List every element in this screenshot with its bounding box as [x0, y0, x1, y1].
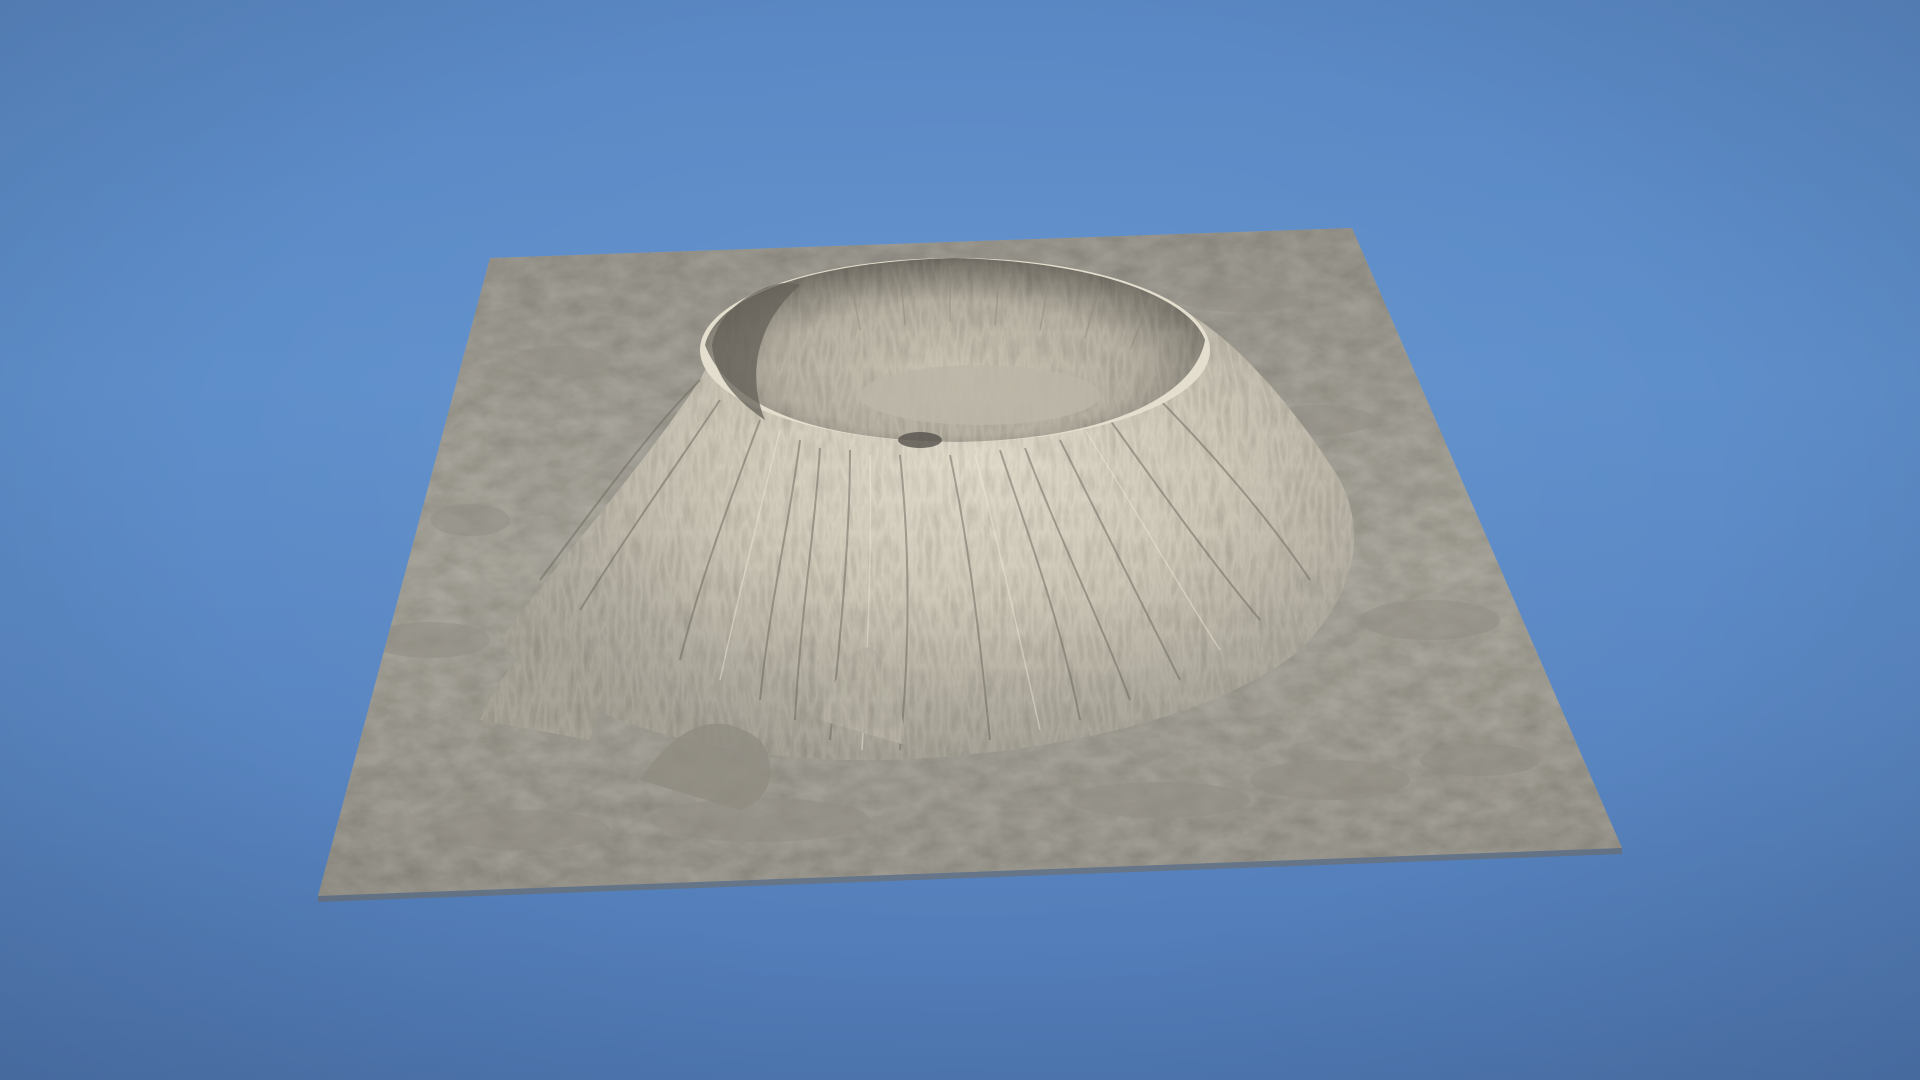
3d-viewport[interactable] [0, 0, 1920, 1080]
terrain-mesh[interactable] [0, 0, 1920, 1080]
